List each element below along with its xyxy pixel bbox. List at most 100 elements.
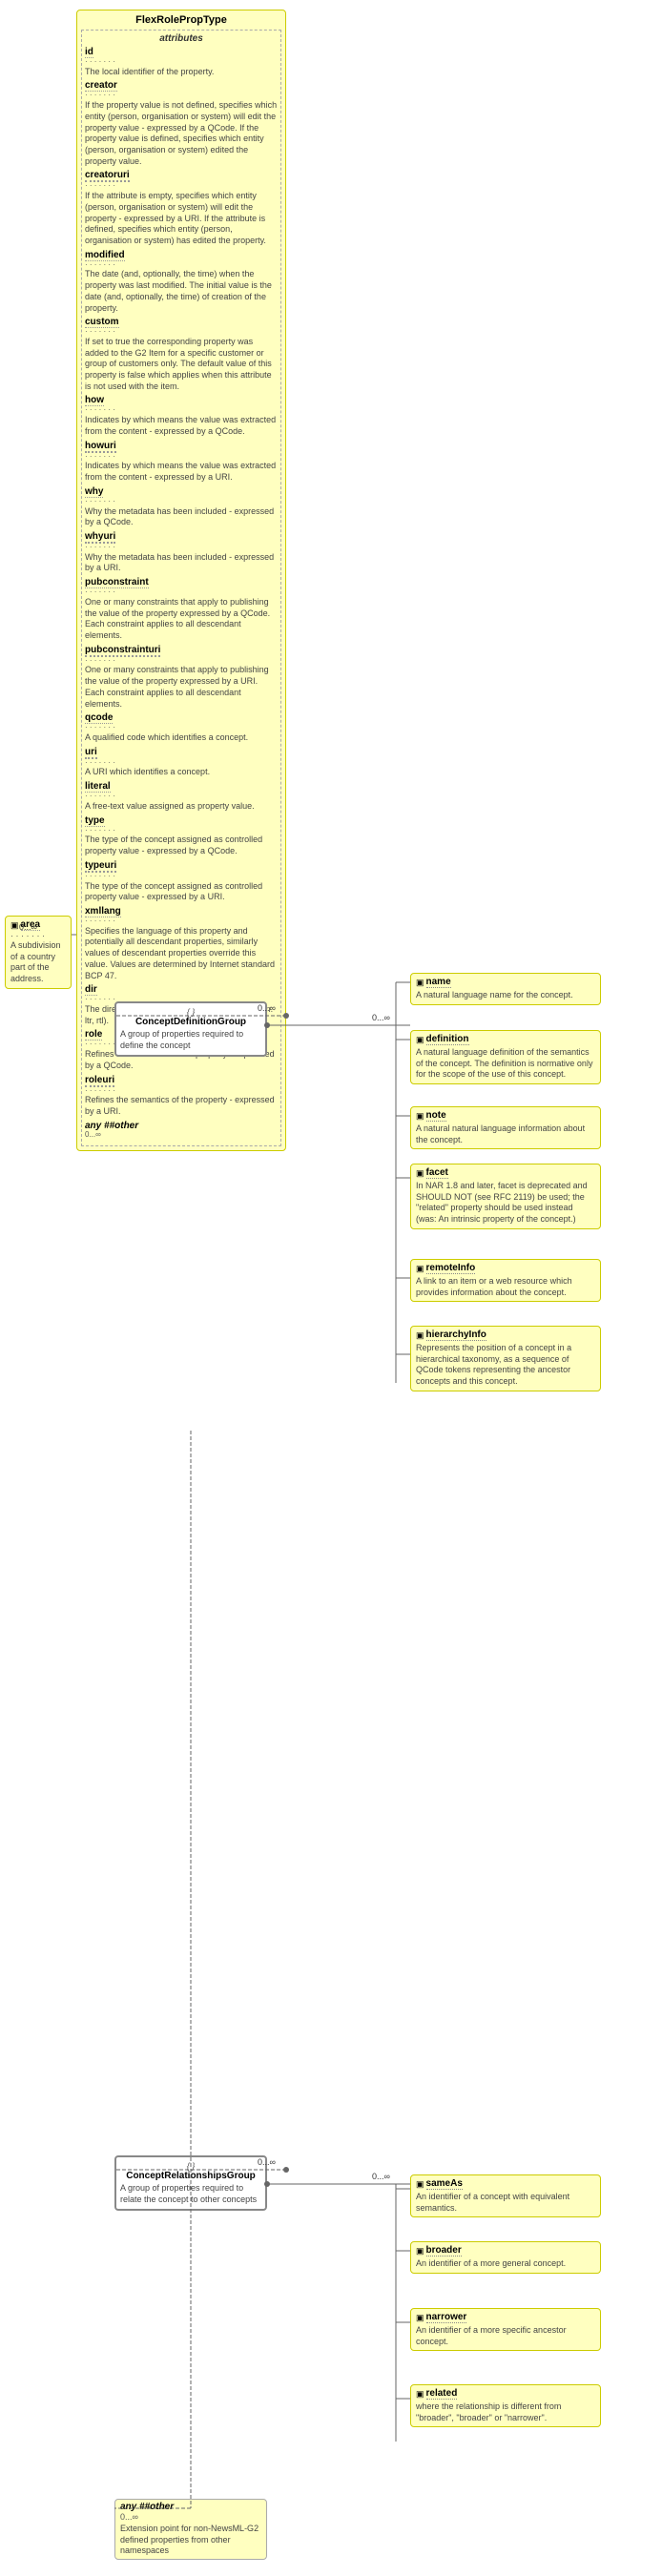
attr-uri-name: uri bbox=[85, 747, 97, 759]
cdg-brace: { } bbox=[120, 1007, 261, 1017]
attr-whyuri: whyuri · · · · · · · Why the metadata ha… bbox=[85, 531, 278, 574]
right-narrower-element: ▣ narrower An identifier of a more speci… bbox=[410, 2308, 601, 2351]
main-box-title: FlexRolePropType bbox=[81, 14, 281, 26]
attr-roleuri-name: roleuri bbox=[85, 1075, 114, 1087]
attr-type: type · · · · · · · The type of the conce… bbox=[85, 815, 278, 857]
crg-label: ConceptRelationshipsGroup bbox=[120, 2171, 261, 2181]
attr-howuri: howuri · · · · · · · Indicates by which … bbox=[85, 441, 278, 484]
attr-xmllang: xmllang · · · · · · · Specifies the lang… bbox=[85, 906, 278, 981]
sameas-icon: ▣ bbox=[416, 2179, 424, 2190]
attr-modified-dots: · · · · · · · bbox=[85, 261, 278, 270]
re-hierarchyinfo-label: hierarchyInfo bbox=[426, 1329, 486, 1341]
attr-any-other-dots: 0...∞ bbox=[85, 1131, 278, 1140]
attr-typeuri-dots: · · · · · · · bbox=[85, 873, 278, 881]
attr-why-desc: Why the metadata has been included - exp… bbox=[85, 506, 278, 528]
attr-uri-desc: A URI which identifies a concept. bbox=[85, 767, 278, 778]
right-note-element: ▣ note A natural natural language inform… bbox=[410, 1106, 601, 1149]
attr-how-dots: · · · · · · · bbox=[85, 406, 278, 415]
re-related-label: related bbox=[426, 2388, 458, 2400]
attr-pubconstraint: pubconstraint · · · · · · · One or many … bbox=[85, 577, 278, 642]
crg-desc: A group of properties required to relate… bbox=[120, 2183, 261, 2205]
re-broader-desc: An identifier of a more general concept. bbox=[416, 2258, 595, 2270]
concept-relationships-group-box: { } ConceptRelationshipsGroup A group of… bbox=[114, 2155, 267, 2211]
attr-why: why · · · · · · · Why the metadata has b… bbox=[85, 486, 278, 528]
attr-roleuri-desc: Refines the semantics of the property - … bbox=[85, 1095, 278, 1117]
note-icon: ▣ bbox=[416, 1111, 424, 1122]
attr-how: how · · · · · · · Indicates by which mea… bbox=[85, 395, 278, 437]
attr-creatoruri-desc: If the attribute is empty, specifies whi… bbox=[85, 191, 278, 246]
re-broader-label: broader bbox=[426, 2245, 462, 2257]
attr-roleuri-dots: · · · · · · · bbox=[85, 1087, 278, 1096]
right-remoteinfo-element: ▣ remoteInfo A link to an item or a web … bbox=[410, 1259, 601, 1302]
attr-typeuri-desc: The type of the concept assigned as cont… bbox=[85, 881, 278, 903]
right-broader-element: ▣ broader An identifier of a more genera… bbox=[410, 2241, 601, 2274]
attr-modified: modified · · · · · · · The date (and, op… bbox=[85, 250, 278, 315]
re-sameas-label: sameAs bbox=[426, 2178, 463, 2190]
re-narrower-label: narrower bbox=[426, 2312, 467, 2323]
attr-type-dots: · · · · · · · bbox=[85, 827, 278, 835]
right-facet-element: ▣ facet In NAR 1.8 and later, facet is d… bbox=[410, 1164, 601, 1229]
related-icon: ▣ bbox=[416, 2389, 424, 2400]
attr-typeuri: typeuri · · · · · · · The type of the co… bbox=[85, 860, 278, 903]
name-icon: ▣ bbox=[416, 978, 424, 988]
attr-id-dots: · · · · · · · bbox=[85, 58, 278, 67]
area-name: area bbox=[21, 919, 41, 931]
re-definition-label: definition bbox=[426, 1034, 469, 1045]
bottom-any-label: any ##other bbox=[120, 2502, 174, 2512]
hierarchyinfo-icon: ▣ bbox=[416, 1330, 424, 1341]
attr-xmllang-desc: Specifies the language of this property … bbox=[85, 926, 278, 981]
area-dots: · · · · · · · bbox=[10, 931, 66, 940]
attr-qcode-desc: A qualified code which identifies a conc… bbox=[85, 732, 278, 744]
right-hierarchyinfo-element: ▣ hierarchyInfo Represents the position … bbox=[410, 1326, 601, 1391]
crg-brace: { } bbox=[120, 2161, 261, 2171]
concept-definition-group-box: { } ConceptDefinitionGroup A group of pr… bbox=[114, 1001, 267, 1057]
attr-any-other: any ##other 0...∞ bbox=[85, 1121, 278, 1140]
narrower-icon: ▣ bbox=[416, 2313, 424, 2323]
re-narrower-desc: An identifier of a more specific ancesto… bbox=[416, 2325, 595, 2347]
attr-id: id · · · · · · · The local identifier of… bbox=[85, 47, 278, 77]
right-name-element: ▣ name A natural language name for the c… bbox=[410, 973, 601, 1005]
cdg-label: ConceptDefinitionGroup bbox=[120, 1017, 261, 1027]
attr-pubconstrainturi-desc: One or many constraints that apply to pu… bbox=[85, 665, 278, 710]
re-name-label: name bbox=[426, 977, 451, 988]
remoteinfo-icon: ▣ bbox=[416, 1264, 424, 1274]
facet-icon: ▣ bbox=[416, 1168, 424, 1179]
right-definition-element: ▣ definition A natural language definiti… bbox=[410, 1030, 601, 1084]
cdg-desc: A group of properties required to define… bbox=[120, 1029, 261, 1051]
attr-whyuri-name: whyuri bbox=[85, 531, 115, 544]
attributes-title: attributes bbox=[85, 33, 278, 44]
attr-pubconstrainturi: pubconstrainturi · · · · · · · One or ma… bbox=[85, 645, 278, 711]
re-related-desc: where the relationship is different from… bbox=[416, 2401, 595, 2423]
attr-roleuri: roleuri · · · · · · · Refines the semant… bbox=[85, 1075, 278, 1118]
attr-whyuri-desc: Why the metadata has been included - exp… bbox=[85, 552, 278, 574]
right-related-element: ▣ related where the relationship is diff… bbox=[410, 2384, 601, 2427]
attr-pubconstrainturi-dots: · · · · · · · bbox=[85, 657, 278, 666]
re-definition-desc: A natural language definition of the sem… bbox=[416, 1047, 595, 1081]
re-facet-label: facet bbox=[426, 1167, 448, 1179]
definition-icon: ▣ bbox=[416, 1035, 424, 1045]
bottom-any-desc: Extension point for non-NewsML-G2 define… bbox=[120, 2524, 261, 2557]
re-note-label: note bbox=[426, 1110, 446, 1122]
attr-whyuri-dots: · · · · · · · bbox=[85, 544, 278, 552]
attr-custom: custom · · · · · · · If set to true the … bbox=[85, 317, 278, 392]
attr-type-desc: The type of the concept assigned as cont… bbox=[85, 835, 278, 856]
attr-custom-desc: If set to true the corresponding propert… bbox=[85, 337, 278, 392]
area-desc: A subdivision of a country part of the a… bbox=[10, 940, 66, 985]
attr-why-dots: · · · · · · · bbox=[85, 498, 278, 506]
re-note-desc: A natural natural language information a… bbox=[416, 1123, 595, 1145]
area-icon: ▣ bbox=[10, 920, 19, 931]
re-hierarchyinfo-desc: Represents the position of a concept in … bbox=[416, 1343, 595, 1388]
attr-uri-dots: · · · · · · · bbox=[85, 759, 278, 768]
attr-qcode-dots: · · · · · · · bbox=[85, 724, 278, 732]
broader-icon: ▣ bbox=[416, 2246, 424, 2257]
attr-creatoruri-dots: · · · · · · · bbox=[85, 182, 278, 191]
attributes-container: attributes id · · · · · · · The local id… bbox=[81, 30, 281, 1146]
bottom-any-other-box: any ##other 0...∞ Extension point for no… bbox=[114, 2499, 267, 2560]
svg-text:0...∞: 0...∞ bbox=[372, 2172, 390, 2181]
attr-type-name: type bbox=[85, 815, 105, 827]
right-sameas-element: ▣ sameAs An identifier of a concept with… bbox=[410, 2174, 601, 2217]
attr-pubconstrainturi-name: pubconstrainturi bbox=[85, 645, 160, 657]
attr-literal-dots: · · · · · · · bbox=[85, 793, 278, 801]
attr-pubconstraint-dots: · · · · · · · bbox=[85, 588, 278, 597]
attr-literal-desc: A free-text value assigned as property v… bbox=[85, 801, 278, 813]
